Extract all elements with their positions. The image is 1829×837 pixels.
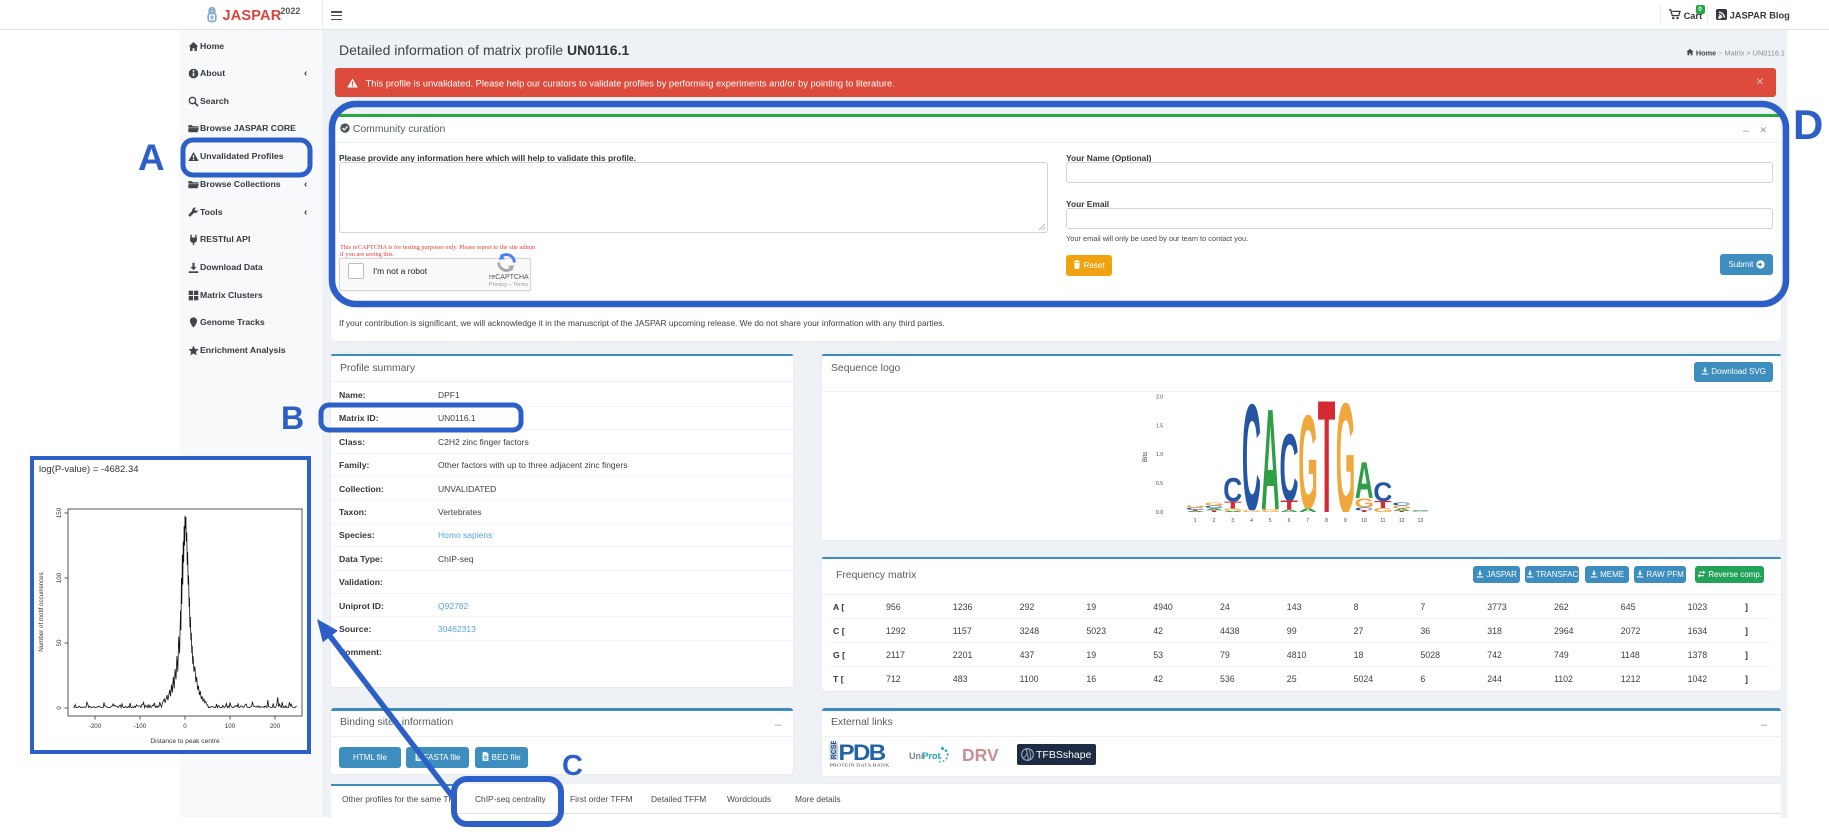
svg-text:13: 13 xyxy=(1418,518,1424,524)
svg-text:11: 11 xyxy=(1380,518,1385,524)
svg-text:C: C xyxy=(1242,385,1261,535)
svg-text:PDB: PDB xyxy=(839,741,886,765)
svg-text:G: G xyxy=(1336,385,1356,535)
svg-text:9: 9 xyxy=(1344,518,1347,524)
svg-text:7: 7 xyxy=(1306,518,1309,524)
svg-text:RCSB: RCSB xyxy=(831,741,838,759)
svg-text:100: 100 xyxy=(56,572,63,583)
svg-text:150: 150 xyxy=(56,507,63,518)
svg-text:log(P-value) = -4682.34: log(P-value) = -4682.34 xyxy=(39,464,139,475)
svg-text:Bits: Bits xyxy=(1143,452,1149,462)
svg-text:2.0: 2.0 xyxy=(1156,395,1163,401)
svg-text:10: 10 xyxy=(1361,518,1367,524)
svg-text:12: 12 xyxy=(1399,518,1405,524)
svg-text:T: T xyxy=(1318,385,1336,535)
svg-text:1: 1 xyxy=(1194,518,1197,524)
svg-text:Distance to peak centre: Distance to peak centre xyxy=(150,738,220,745)
svg-text:0.0: 0.0 xyxy=(1156,510,1163,516)
svg-text:1.5: 1.5 xyxy=(1156,423,1163,429)
svg-text:8: 8 xyxy=(1325,518,1328,524)
svg-text:PROTEIN DATA BANK: PROTEIN DATA BANK xyxy=(830,763,891,768)
svg-text:6: 6 xyxy=(1288,518,1291,524)
svg-text:-100: -100 xyxy=(134,723,147,730)
svg-text:0.5: 0.5 xyxy=(1156,481,1163,487)
svg-text:50: 50 xyxy=(56,639,63,646)
svg-text:0: 0 xyxy=(183,723,187,730)
svg-text:5: 5 xyxy=(1269,518,1272,524)
svg-text:G: G xyxy=(1298,386,1318,535)
svg-text:A: A xyxy=(1261,385,1280,535)
svg-text:100: 100 xyxy=(225,723,236,730)
svg-text:200: 200 xyxy=(270,723,281,730)
svg-text:Prot: Prot xyxy=(923,751,941,761)
svg-text:1.0: 1.0 xyxy=(1156,452,1163,458)
svg-text:3: 3 xyxy=(1231,518,1234,524)
svg-text:0: 0 xyxy=(56,706,63,710)
svg-text:Uni: Uni xyxy=(909,751,924,761)
svg-text:A: A xyxy=(138,137,165,178)
svg-text:Number of motif occurrences: Number of motif occurrences xyxy=(38,572,45,651)
svg-text:D: D xyxy=(1793,101,1823,148)
svg-text:4: 4 xyxy=(1250,518,1253,524)
svg-text:-200: -200 xyxy=(89,723,102,730)
svg-text:2: 2 xyxy=(1213,518,1216,524)
